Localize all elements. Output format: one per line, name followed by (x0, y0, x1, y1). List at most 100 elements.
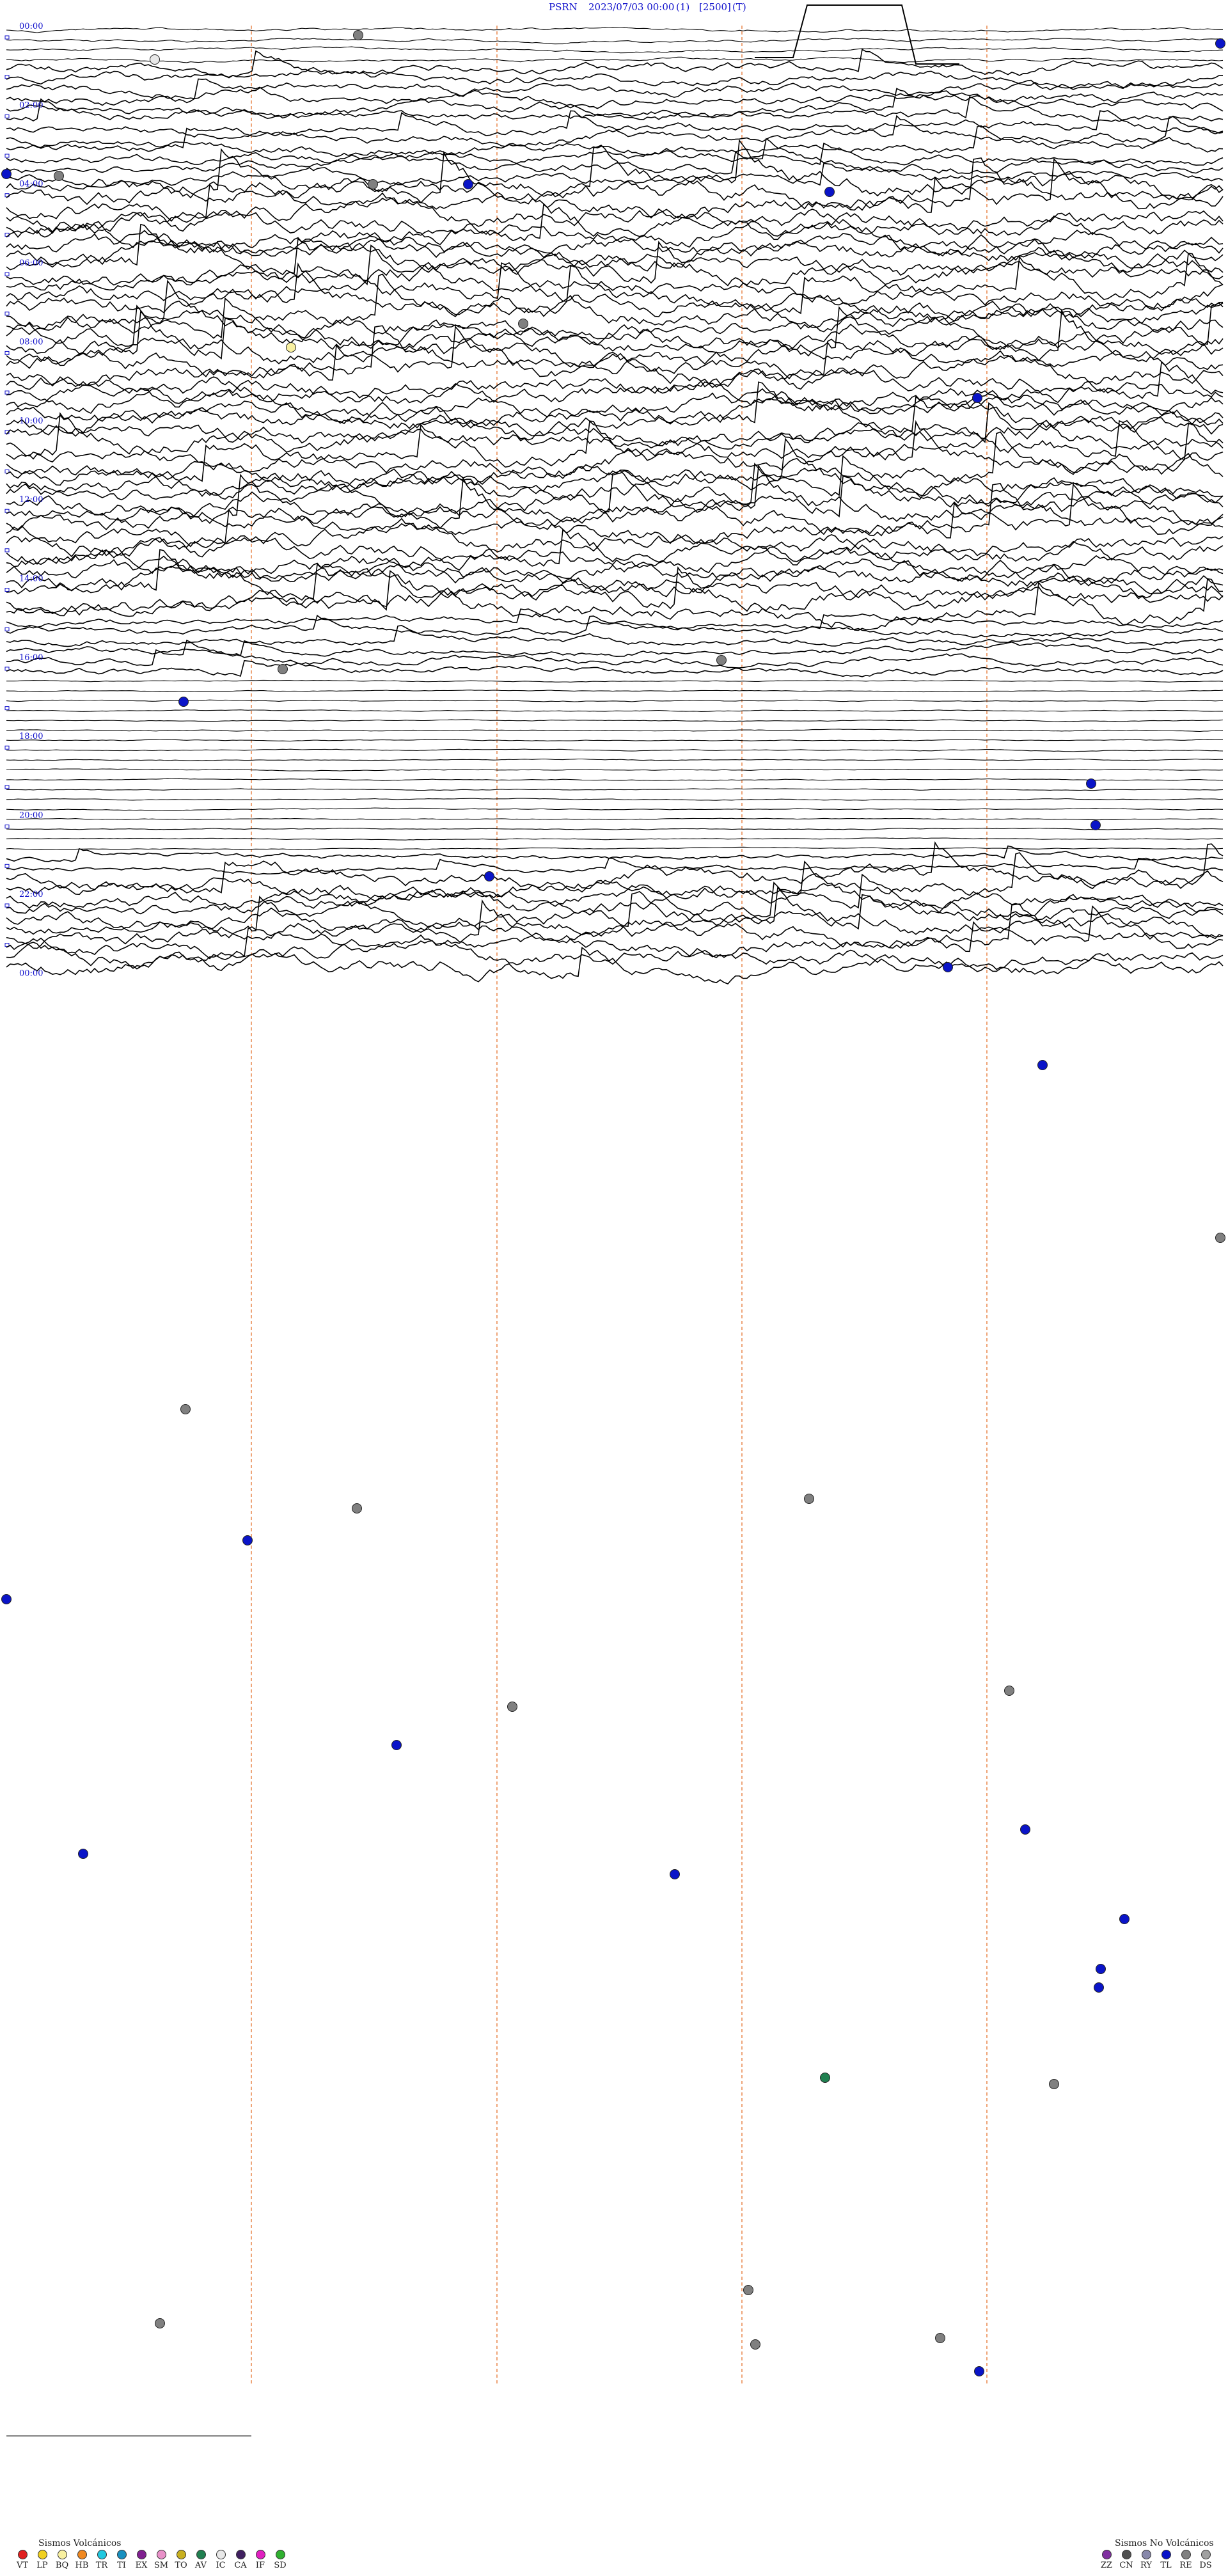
legend-swatch-lp (37, 2550, 47, 2559)
hour-marker (4, 548, 10, 553)
hour-marker (4, 706, 10, 711)
event-marker-tl (974, 2366, 984, 2376)
event-marker-re (155, 2318, 165, 2328)
seismic-trace (6, 827, 1224, 830)
hour-marker (4, 667, 10, 671)
seismic-trace (6, 110, 1224, 139)
legend-swatch-ry (1141, 2550, 1151, 2559)
seismic-trace (6, 807, 1224, 811)
legend-swatch-ti (116, 2550, 127, 2559)
event-marker-bq (286, 342, 296, 352)
legend-label: HB (75, 2561, 89, 2570)
event-marker-re (1049, 2079, 1059, 2089)
hour-marker (4, 351, 10, 355)
time-label: 06:00 (19, 258, 43, 268)
legend-label: CN (1119, 2561, 1133, 2570)
legend-swatch-zz (1101, 2550, 1112, 2559)
seismic-trace (6, 690, 1224, 693)
seismic-trace (6, 273, 1224, 331)
seismic-trace (6, 709, 1223, 712)
time-label: 04:00 (19, 180, 43, 189)
event-marker-tl (1020, 1824, 1030, 1835)
seismic-trace (6, 280, 1224, 354)
seismic-trace (6, 46, 1224, 54)
legend-label: BQ (55, 2561, 69, 2570)
legend-label: EX (135, 2561, 148, 2570)
legend-swatch-sm (156, 2550, 166, 2559)
seismic-trace (6, 857, 1224, 875)
seismic-trace (6, 841, 1224, 896)
event-marker-re (353, 30, 363, 40)
event-marker-tl (1094, 1982, 1104, 1993)
legend-item-cn: CN (1117, 2550, 1136, 2570)
seismic-trace (6, 947, 1224, 984)
event-marker-tl (1215, 38, 1225, 49)
legend-item-ry: RY (1137, 2550, 1156, 2570)
legend-item-vt: VT (13, 2550, 32, 2570)
legend-item-sm: SM (152, 2550, 171, 2570)
time-label: 02:00 (19, 100, 43, 110)
legend-label: TI (117, 2561, 126, 2570)
seismic-trace (6, 230, 1224, 262)
hour-marker (4, 390, 10, 395)
time-label: 22:00 (19, 890, 43, 899)
seismic-trace (6, 78, 1224, 109)
hour-marker (4, 785, 10, 789)
seismic-trace (6, 528, 1224, 574)
hour-marker (4, 825, 10, 829)
event-marker-tl (943, 962, 953, 972)
time-label: 12:00 (19, 495, 43, 505)
legend-swatch-tl (1161, 2550, 1171, 2559)
legend-item-lp: LP (33, 2550, 52, 2570)
seismic-trace (6, 378, 1224, 414)
legend-swatch-ic (216, 2550, 226, 2559)
seismic-trace (6, 894, 1224, 933)
legend-label: TR (95, 2561, 108, 2570)
hour-marker (4, 35, 10, 40)
legend-item-if: IF (251, 2550, 270, 2570)
event-marker-tl (1086, 778, 1096, 789)
hour-marker (4, 509, 10, 513)
event-marker-av (820, 2073, 830, 2083)
legend-swatch-re (1181, 2550, 1191, 2559)
legend-item-tr: TR (92, 2550, 111, 2570)
hour-marker (4, 272, 10, 276)
legend-swatch-ex (136, 2550, 146, 2559)
event-marker-tl (242, 1535, 253, 1545)
event-marker-re (180, 1404, 191, 1414)
event-marker-re (750, 2339, 760, 2350)
legend-swatch-hb (77, 2550, 87, 2559)
event-marker-re (54, 171, 64, 181)
legend-item-ds: DS (1196, 2550, 1215, 2570)
seismogram-plot: 00:00 02:00 04:00 06:00 08:00 10:00 12:00 14:00… (1, 4, 1225, 2437)
hour-marker (4, 154, 10, 158)
hour-marker (4, 864, 10, 868)
legend-label: IF (255, 2561, 265, 2570)
event-marker-tl (1096, 1964, 1106, 1974)
event-marker-re (1215, 1233, 1225, 1243)
legend-item-av: AV (191, 2550, 210, 2570)
event-marker-tl (1, 1594, 12, 1604)
legend-label: RE (1179, 2561, 1192, 2570)
seismic-trace (6, 798, 1224, 801)
seismic-trace (6, 818, 1224, 821)
time-label: 00:00 (19, 968, 43, 978)
seismic-trace (6, 125, 1224, 157)
event-marker-tl (463, 179, 473, 189)
hour-marker (4, 588, 10, 592)
seismic-trace (6, 729, 1224, 732)
seismic-trace (6, 56, 1224, 63)
time-label: 20:00 (19, 811, 43, 821)
legend-label: ZZ (1100, 2561, 1113, 2570)
seismic-trace (6, 361, 1224, 404)
seismic-trace (6, 431, 1224, 489)
legend-item-re: RE (1176, 2550, 1195, 2570)
legend-volcanic: Sismos Volcánicos VT LP BQ HB TR TI EX SM TO AV IC… (13, 2538, 294, 2573)
legend-swatch-to (176, 2550, 186, 2559)
hour-marker (4, 627, 10, 631)
legend-label: SM (154, 2561, 169, 2570)
legend-label: IC (216, 2561, 226, 2570)
legend-label: VT (16, 2561, 29, 2570)
seismic-trace (6, 384, 1224, 424)
event-marker-re (935, 2333, 945, 2343)
